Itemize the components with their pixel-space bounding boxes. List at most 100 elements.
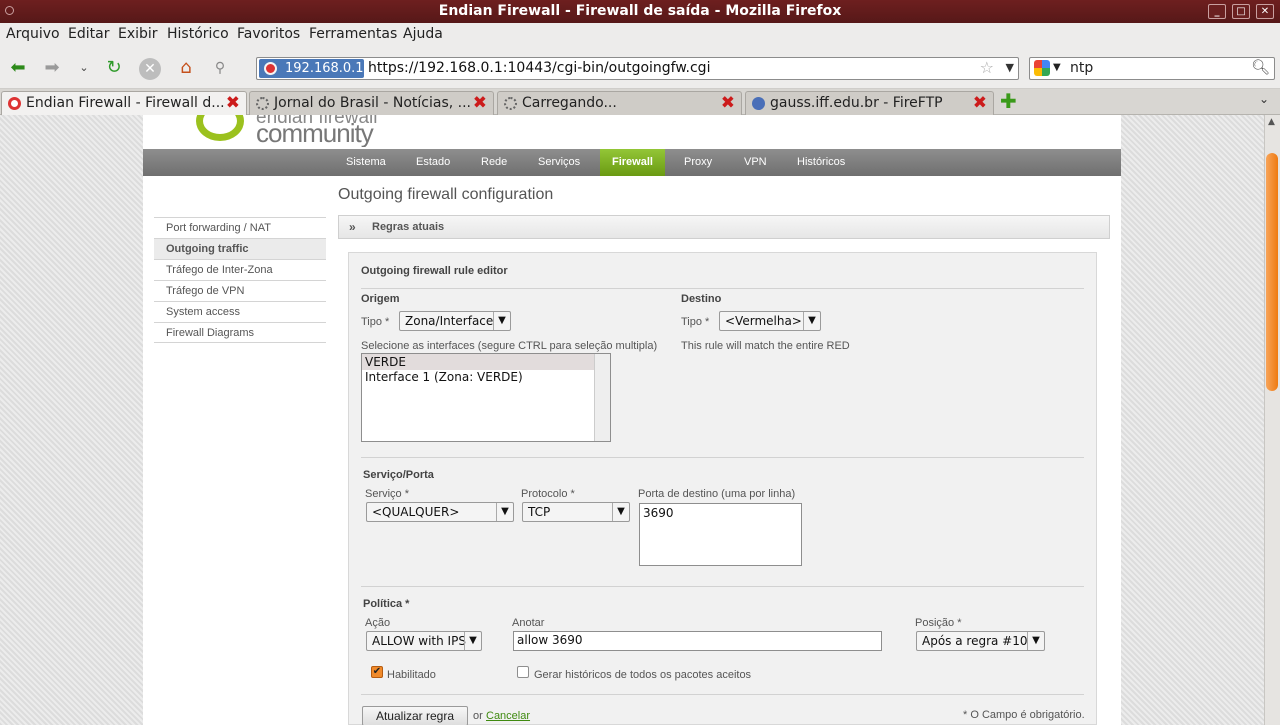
nav-proxy[interactable]: Proxy: [684, 149, 712, 176]
close-tab-icon[interactable]: ✖: [226, 92, 240, 114]
destino-heading: Destino: [681, 293, 722, 305]
sidebar-item-port-forwarding[interactable]: Port forwarding / NAT: [154, 217, 326, 238]
addon-icon[interactable]: ⚲: [208, 57, 232, 79]
divider: [361, 288, 1084, 289]
close-tab-icon[interactable]: ✖: [721, 92, 735, 114]
list-item[interactable]: Interface 1 (Zona: VERDE): [362, 370, 610, 384]
nav-firewall[interactable]: Firewall: [600, 149, 665, 176]
posicao-select[interactable]: Após a regra #10 ▼: [916, 631, 1045, 651]
tab-list-chevron-down-icon[interactable]: ⌄: [1259, 92, 1269, 106]
expand-toggle-icon[interactable]: »: [349, 216, 356, 238]
scrollbar-thumb[interactable]: [1266, 153, 1278, 391]
menu-arquivo[interactable]: Arquivo: [6, 26, 60, 42]
origem-tipo-select[interactable]: Zona/Interface ▼: [399, 311, 511, 331]
window-titlebar: Endian Firewall - Firewall de saída - Mo…: [0, 0, 1280, 23]
listbox-scrollbar[interactable]: [594, 354, 610, 441]
reload-icon[interactable]: ↻: [102, 57, 126, 79]
menu-favoritos[interactable]: Favoritos: [237, 26, 300, 42]
close-window-button[interactable]: ✕: [1256, 4, 1274, 19]
tab-jornal-do-brasil[interactable]: Jornal do Brasil - Notícias, ... ✖: [249, 91, 494, 115]
site-favicon-icon: [264, 62, 277, 75]
chevron-down-icon: ▼: [612, 503, 629, 521]
google-engine-icon[interactable]: [1034, 60, 1050, 76]
sidebar-item-inter-zona[interactable]: Tráfego de Inter-Zona: [154, 259, 326, 280]
sidebar-item-firewall-diagrams[interactable]: Firewall Diagrams: [154, 322, 326, 343]
servico-heading: Serviço/Porta: [363, 469, 434, 481]
sidebar-item-vpn[interactable]: Tráfego de VPN: [154, 280, 326, 301]
menu-editar[interactable]: Editar: [68, 26, 109, 42]
sidebar-item-system-access[interactable]: System access: [154, 301, 326, 322]
stop-icon[interactable]: ✕: [138, 57, 162, 80]
habilitado-label: Habilitado: [387, 669, 436, 681]
url-input[interactable]: https://192.168.0.1:10443/cgi-bin/outgoi…: [368, 60, 710, 76]
anotar-input[interactable]: allow 3690: [513, 631, 882, 651]
window-menu-icon[interactable]: [5, 6, 14, 15]
new-tab-icon[interactable]: ✚: [1000, 89, 1017, 113]
chevron-down-icon: ▼: [1027, 632, 1044, 650]
divider: [361, 586, 1084, 587]
nav-sistema[interactable]: Sistema: [346, 149, 386, 176]
atualizar-regra-button[interactable]: Atualizar regra: [362, 706, 468, 725]
section-header-regras-atuais[interactable]: » Regras atuais: [338, 215, 1110, 239]
interfaces-listbox[interactable]: VERDE Interface 1 (Zona: VERDE): [361, 353, 611, 442]
search-engine-dropdown-icon[interactable]: ▼: [1053, 62, 1061, 73]
url-bar[interactable]: 192.168.0.1 https://192.168.0.1:10443/cg…: [256, 57, 1019, 80]
politica-heading: Política *: [363, 598, 410, 610]
url-dropdown-icon[interactable]: ▼: [1006, 61, 1014, 74]
tab-fireftp[interactable]: gauss.iff.edu.br - FireFTP ✖: [745, 91, 994, 115]
editor-title: Outgoing firewall rule editor: [361, 265, 508, 277]
menu-ferramentas[interactable]: Ferramentas: [309, 26, 397, 42]
close-tab-icon[interactable]: ✖: [473, 92, 487, 114]
scroll-up-icon[interactable]: ▲: [1268, 117, 1275, 127]
window-title: Endian Firewall - Firewall de saída - Mo…: [438, 3, 842, 19]
protocolo-label: Protocolo *: [521, 488, 575, 500]
menu-ajuda[interactable]: Ajuda: [403, 26, 443, 42]
tab-endian-firewall[interactable]: Endian Firewall - Firewall d... ✖: [1, 91, 247, 115]
origem-heading: Origem: [361, 293, 400, 305]
nav-servicos[interactable]: Serviços: [538, 149, 580, 176]
minimize-button[interactable]: _: [1208, 4, 1226, 19]
tab-favicon-icon: [8, 97, 21, 110]
gerar-historicos-checkbox[interactable]: [517, 666, 529, 678]
servico-select[interactable]: <QUALQUER> ▼: [366, 502, 514, 522]
chevron-down-icon: ▼: [803, 312, 820, 330]
nav-historicos[interactable]: Históricos: [797, 149, 845, 176]
protocolo-select[interactable]: TCP ▼: [522, 502, 630, 522]
habilitado-checkbox[interactable]: ✔: [371, 666, 383, 678]
posicao-label: Posição *: [915, 617, 962, 629]
cancelar-link[interactable]: Cancelar: [486, 710, 530, 722]
origem-tipo-label: Tipo *: [361, 316, 390, 328]
gerar-historicos-label: Gerar históricos de todos os pacotes ace…: [534, 669, 752, 681]
forward-icon[interactable]: ➡: [40, 57, 64, 79]
search-icon[interactable]: 🔍︎: [1251, 58, 1270, 76]
tab-carregando[interactable]: Carregando... ✖: [497, 91, 742, 115]
chevron-down-icon: ▼: [493, 312, 510, 330]
history-dropdown-icon[interactable]: ⌄: [72, 57, 96, 79]
anotar-label: Anotar: [512, 617, 545, 629]
home-icon[interactable]: ⌂: [174, 57, 198, 79]
close-tab-icon[interactable]: ✖: [973, 92, 987, 114]
divider: [361, 457, 1084, 458]
nav-estado[interactable]: Estado: [416, 149, 450, 176]
list-item[interactable]: VERDE: [362, 354, 610, 370]
destino-tipo-select[interactable]: <Vermelha> ▼: [719, 311, 821, 331]
search-input[interactable]: ntp: [1070, 60, 1093, 76]
acao-select[interactable]: ALLOW with IPS ▼: [366, 631, 482, 651]
sidebar-item-outgoing-traffic[interactable]: Outgoing traffic: [154, 238, 326, 259]
nav-vpn[interactable]: VPN: [744, 149, 767, 176]
back-icon[interactable]: ⬅: [6, 57, 30, 79]
bookmark-star-icon[interactable]: ☆: [980, 58, 994, 77]
maximize-button[interactable]: □: [1232, 4, 1250, 19]
nav-rede[interactable]: Rede: [481, 149, 507, 176]
or-text: or: [473, 710, 483, 722]
search-bar[interactable]: ▼ ntp 🔍︎: [1029, 57, 1275, 80]
site-identity-button[interactable]: 192.168.0.1: [259, 59, 364, 78]
loading-spinner-icon: [504, 97, 517, 110]
menu-historico[interactable]: Histórico: [167, 26, 229, 42]
chevron-down-icon: ▼: [464, 632, 481, 650]
required-note: * O Campo é obrigatório.: [963, 709, 1085, 721]
endian-logo-icon: [196, 115, 244, 141]
porta-destino-textarea[interactable]: 3690: [639, 503, 802, 566]
porta-label: Porta de destino (uma por linha): [638, 488, 796, 500]
menu-exibir[interactable]: Exibir: [118, 26, 158, 42]
